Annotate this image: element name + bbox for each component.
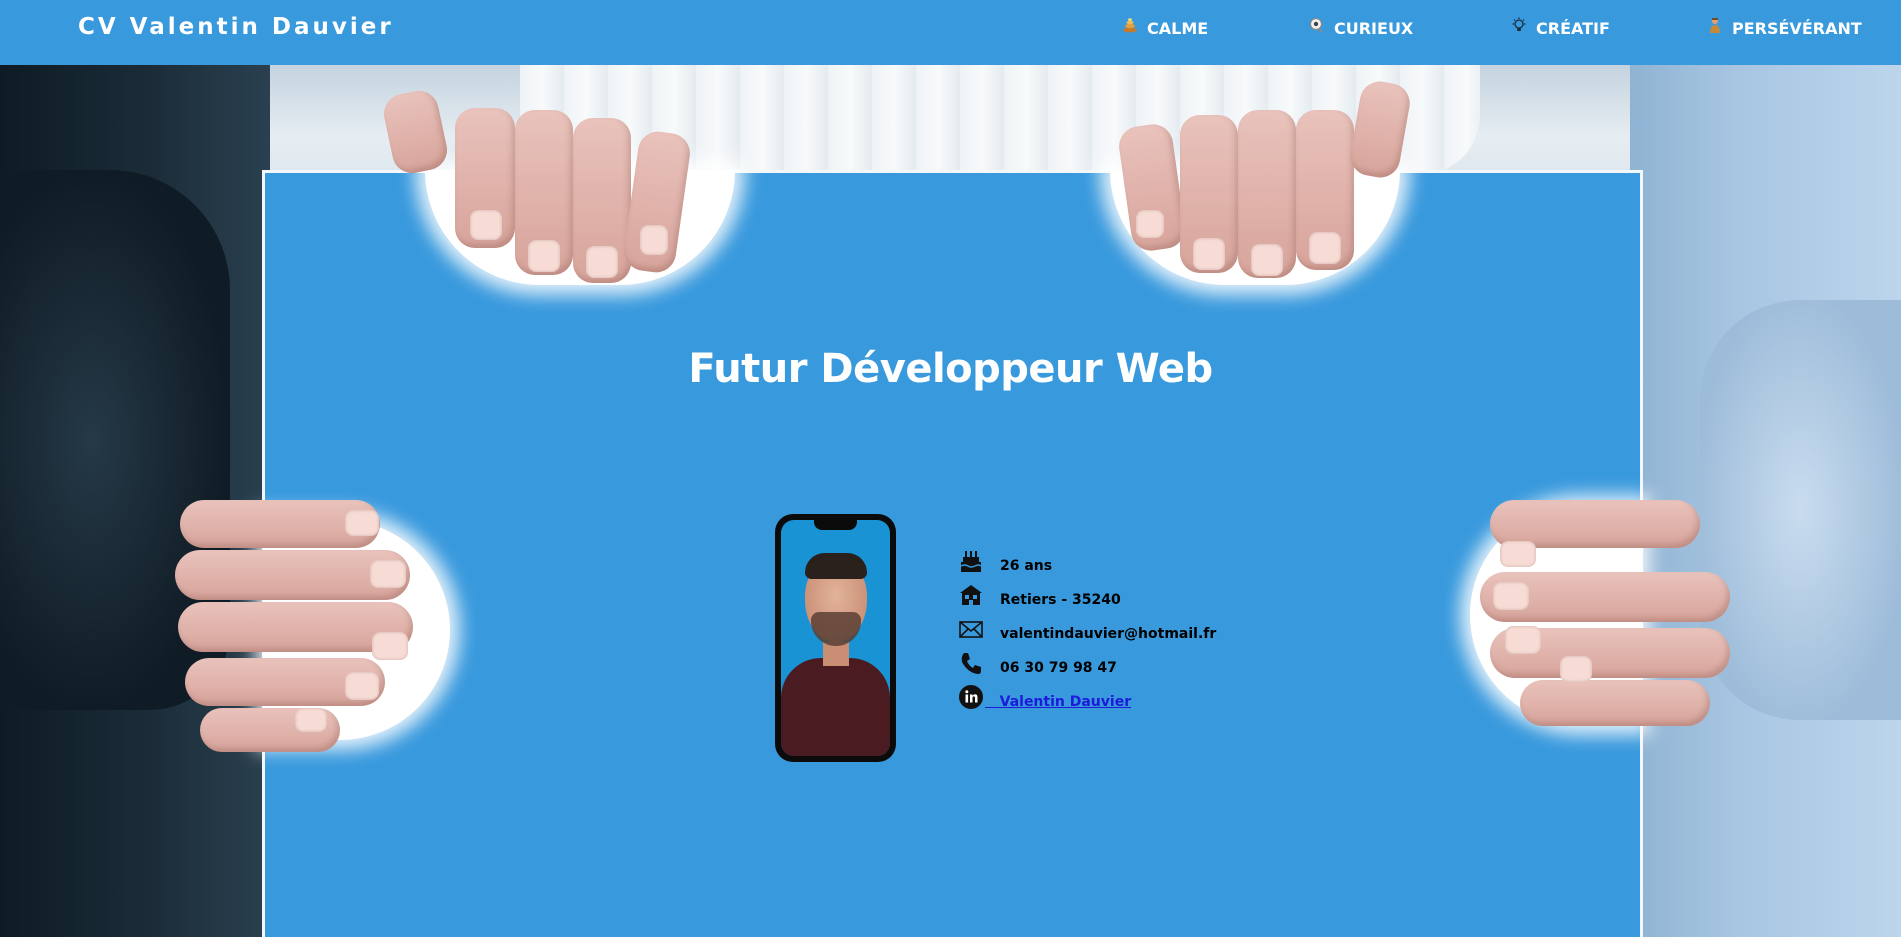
phone-frame [775,514,896,762]
info-age: 26 ans [1000,558,1053,574]
info-row-phone: 06 30 79 98 47 [958,653,1117,682]
info-phone: 06 30 79 98 47 [1000,660,1117,676]
info-location: Retiers - 35240 [1000,592,1121,608]
envelope-icon [958,616,984,642]
top-navbar: CV Valentin Dauvier CALME CURIEUX CRÉATI… [0,0,1901,65]
photo-shirt [781,658,890,756]
birthday-cake-icon [958,548,984,574]
brand-title[interactable]: CV Valentin Dauvier [78,14,394,40]
climber-icon [1707,17,1723,33]
page: CV Valentin Dauvier CALME CURIEUX CRÉATI… [0,0,1901,937]
linkedin-name[interactable]: Valentin Dauvier [1000,694,1131,710]
lightbulb-icon [1511,17,1527,33]
info-row-age: 26 ans [958,551,1052,580]
profile-photo [781,520,890,756]
nav-item-curieux[interactable]: CURIEUX [1309,17,1414,38]
linkedin-icon[interactable] [958,684,984,710]
magnifier-eye-icon [1309,17,1325,33]
info-row-email: valentindauvier@hotmail.fr [958,620,1216,648]
linkedin-link-text[interactable]: Valentin Dauvier [985,694,1131,710]
phone-icon [958,650,984,676]
nav-item-perseverant[interactable]: PERSÉVÉRANT [1707,17,1862,38]
sign-board [265,173,1640,937]
page-title: Futur Développeur Web [688,346,1213,392]
nav-label-creatif: CRÉATIF [1536,19,1610,38]
house-icon [958,582,984,608]
photo-beard [811,612,861,646]
nav-label-calme: CALME [1147,19,1209,38]
info-row-linkedin: Valentin Dauvier [958,685,1131,716]
nav-label-perseverant: PERSÉVÉRANT [1732,19,1862,38]
nav-item-creatif[interactable]: CRÉATIF [1511,17,1610,38]
info-row-location: Retiers - 35240 [958,585,1121,614]
nav-label-curieux: CURIEUX [1334,19,1414,38]
pebble-stack-icon [1122,17,1138,33]
nav-item-calme[interactable]: CALME [1122,17,1209,38]
info-email: valentindauvier@hotmail.fr [1000,626,1217,642]
photo-hair [805,553,867,579]
linkedin-link[interactable]: Valentin Dauvier [985,694,1131,710]
phone-notch [814,520,857,530]
